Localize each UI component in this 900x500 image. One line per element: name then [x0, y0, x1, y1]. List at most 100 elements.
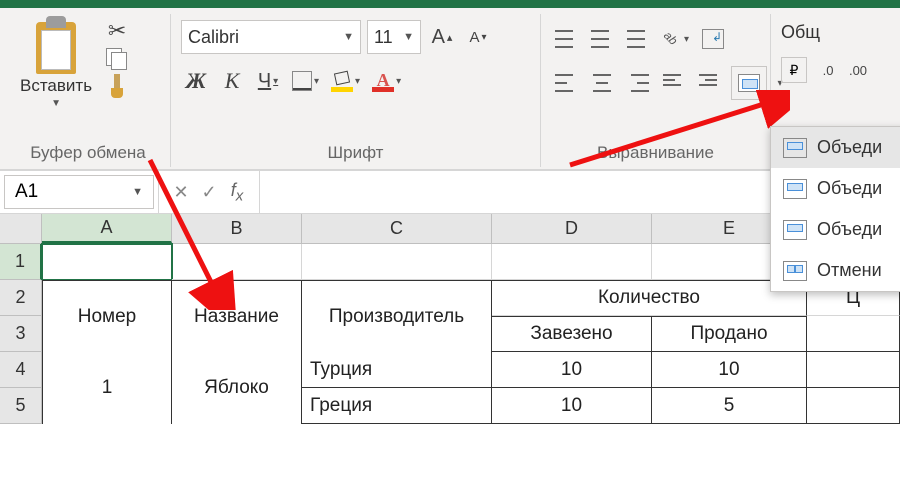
ribbon: Вставить ▼ ✂ Буфер обмена Calibri▼ 11▼ A…	[0, 8, 900, 170]
indent-inc-icon	[699, 74, 721, 92]
cell-D2[interactable]: Количество	[492, 280, 807, 316]
chevron-down-icon: ▾	[684, 34, 689, 45]
rowhead-2[interactable]: 2	[0, 280, 42, 316]
chevron-down-icon: ▼	[343, 31, 354, 43]
chevron-down-icon: ▾	[314, 76, 319, 87]
cell-C1[interactable]	[302, 244, 492, 280]
merge-cells-icon	[783, 220, 807, 240]
cancel-button[interactable]: ✕	[169, 182, 193, 203]
cell-F5[interactable]	[807, 388, 900, 424]
clipboard-icon	[32, 16, 80, 74]
borders-button[interactable]: ▾	[289, 64, 322, 98]
valign-mid-button[interactable]	[587, 22, 617, 56]
cell-E5[interactable]: 5	[652, 388, 807, 424]
cell-B1[interactable]	[172, 244, 302, 280]
unmerge-item[interactable]: Отмени	[771, 250, 900, 291]
group-font: Calibri▼ 11▼ A▴ A▾ Ж К Ч▾ ▾ ▾ А▾ Шрифт	[171, 14, 541, 167]
halign-left-button[interactable]	[551, 66, 581, 100]
merge-menu: Объеди Объеди Объеди Отмени	[770, 126, 900, 292]
align-left-icon	[555, 74, 577, 92]
colhead-C[interactable]: C	[302, 214, 492, 243]
tab-strip	[0, 0, 900, 8]
cell-A4[interactable]: 1	[42, 352, 172, 424]
cell-B4[interactable]: Яблоко	[172, 352, 302, 424]
cell-C4[interactable]: Турция	[302, 352, 492, 388]
cut-button[interactable]: ✂	[104, 20, 130, 42]
cell-F3[interactable]	[807, 316, 900, 352]
name-box[interactable]: A1▼	[4, 175, 154, 209]
merge-icon	[738, 74, 760, 92]
rowhead-4[interactable]: 4	[0, 352, 42, 388]
indent-dec-icon	[663, 74, 685, 92]
cell-A1[interactable]	[42, 244, 172, 280]
halign-right-button[interactable]	[623, 66, 653, 100]
fx-icon[interactable]: fx	[225, 180, 249, 205]
valign-top-button[interactable]	[551, 22, 581, 56]
valign-bot-button[interactable]	[623, 22, 653, 56]
cell-E4[interactable]: 10	[652, 352, 807, 388]
rowhead-5[interactable]: 5	[0, 388, 42, 424]
merge-button[interactable]	[731, 66, 767, 100]
italic-button[interactable]: К	[217, 64, 247, 98]
group-label-font: Шрифт	[181, 139, 530, 163]
group-alignment: ▾ ▾ Выравнивание	[541, 14, 771, 167]
cell-D3[interactable]: Завезено	[492, 316, 652, 352]
wrap-icon	[702, 29, 724, 49]
group-label-alignment: Выравнивание	[551, 139, 760, 163]
colhead-B[interactable]: B	[172, 214, 302, 243]
cell-E3[interactable]: Продано	[652, 316, 807, 352]
increase-font-button[interactable]: A▴	[427, 20, 457, 54]
wrap-text-button[interactable]	[698, 22, 728, 56]
column-headers: A B C D E	[0, 214, 900, 244]
cell-D4[interactable]: 10	[492, 352, 652, 388]
copy-icon	[106, 48, 128, 70]
number-format-label: Общ	[781, 22, 820, 43]
cell-F4[interactable]	[807, 352, 900, 388]
currency-button[interactable]: ₽	[781, 57, 807, 83]
font-color-button[interactable]: А▾	[369, 64, 404, 98]
select-all-corner[interactable]	[0, 214, 42, 243]
cell-D5[interactable]: 10	[492, 388, 652, 424]
brush-icon	[106, 74, 128, 100]
indent-dec-button[interactable]	[659, 66, 689, 100]
rowhead-3[interactable]: 3	[0, 316, 42, 352]
bucket-icon	[331, 70, 353, 92]
cell-C2[interactable]: Производитель	[302, 280, 492, 352]
font-name-dropdown[interactable]: Calibri▼	[181, 20, 361, 54]
confirm-button[interactable]: ✓	[197, 182, 221, 203]
merge-across-icon	[783, 179, 807, 199]
indent-inc-button[interactable]	[695, 66, 725, 100]
formula-bar: A1▼ ✕ ✓ fx	[0, 170, 900, 214]
align-mid-icon	[591, 30, 613, 48]
orientation-button[interactable]: ▾	[659, 22, 692, 56]
cell-B2[interactable]: Название	[172, 280, 302, 352]
underline-button[interactable]: Ч▾	[253, 64, 283, 98]
font-color-icon: А	[372, 70, 394, 92]
border-icon	[292, 71, 312, 91]
merge-across-item[interactable]: Объеди	[771, 168, 900, 209]
cell-A2[interactable]: Номер	[42, 280, 172, 352]
decimal-inc-button[interactable]: .00	[843, 53, 873, 87]
group-clipboard: Вставить ▼ ✂ Буфер обмена	[6, 14, 171, 167]
colhead-D[interactable]: D	[492, 214, 652, 243]
format-painter-button[interactable]	[104, 76, 130, 98]
cell-D1[interactable]	[492, 244, 652, 280]
cell-C5[interactable]: Греция	[302, 388, 492, 424]
font-size-dropdown[interactable]: 11▼	[367, 20, 421, 54]
align-bot-icon	[627, 30, 649, 48]
decrease-font-button[interactable]: A▾	[463, 20, 493, 54]
rowhead-1[interactable]: 1	[0, 244, 42, 280]
merge-cells-item[interactable]: Объеди	[771, 209, 900, 250]
copy-button[interactable]	[104, 48, 130, 70]
paste-button[interactable]: Вставить ▼	[16, 14, 96, 111]
group-label-clipboard: Буфер обмена	[16, 139, 160, 163]
align-center-icon	[591, 74, 613, 92]
bold-button[interactable]: Ж	[181, 64, 211, 98]
merge-center-icon	[783, 138, 807, 158]
merge-and-center-item[interactable]: Объеди	[771, 127, 900, 168]
fill-color-button[interactable]: ▾	[328, 64, 363, 98]
colhead-A[interactable]: A	[42, 214, 172, 243]
decimal-dec-button[interactable]: .0	[813, 53, 843, 87]
chevron-down-icon: ▼	[51, 98, 61, 109]
halign-center-button[interactable]	[587, 66, 617, 100]
